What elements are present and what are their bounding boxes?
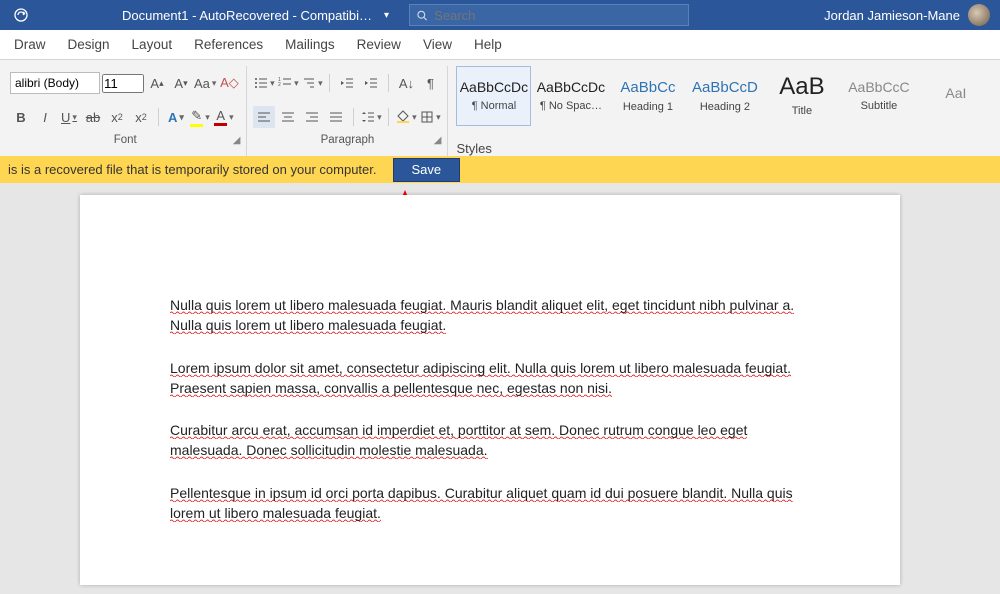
multilevel-list-button[interactable] — [301, 72, 323, 94]
style-item-more[interactable]: AaI — [918, 66, 993, 126]
document-page[interactable]: Nulla quis lorem ut libero malesuada feu… — [80, 195, 900, 585]
style-name: Subtitle — [861, 100, 898, 112]
search-icon — [416, 9, 428, 22]
separator — [353, 108, 354, 126]
increase-indent-button[interactable] — [360, 72, 382, 94]
document-paragraph[interactable]: Nulla quis lorem ut libero malesuada feu… — [170, 295, 810, 336]
style-preview: AaB — [779, 75, 824, 99]
separator — [158, 108, 159, 126]
user-name: Jordan Jamieson-Mane — [824, 8, 960, 23]
style-name: Heading 1 — [623, 101, 673, 113]
subscript-button[interactable]: x2 — [106, 106, 128, 128]
font-dialog-launcher[interactable]: ◢ — [233, 135, 241, 146]
style-preview: AaBbCcD — [692, 80, 758, 95]
avatar — [968, 4, 990, 26]
tab-draw[interactable]: Draw — [14, 37, 46, 52]
search-input[interactable] — [434, 8, 682, 23]
align-left-button[interactable] — [253, 106, 275, 128]
tab-references[interactable]: References — [194, 37, 263, 52]
increase-font-button[interactable]: A▴ — [146, 72, 168, 94]
font-size-input[interactable] — [102, 74, 144, 93]
clear-formatting-button[interactable]: A◇ — [218, 72, 240, 94]
style-item--normal[interactable]: AaBbCcDc ¶ Normal — [456, 66, 531, 126]
style-preview: AaBbCcDc — [537, 80, 605, 94]
group-styles: AaBbCcDc¶ NormalAaBbCcDc¶ No Spac…AaBbCc… — [448, 66, 1000, 156]
tab-view[interactable]: View — [423, 37, 452, 52]
style-item--no-spac-[interactable]: AaBbCcDc ¶ No Spac… — [533, 66, 608, 126]
style-preview: AaBbCcC — [848, 80, 909, 94]
superscript-button[interactable]: x2 — [130, 106, 152, 128]
tab-layout[interactable]: Layout — [132, 37, 173, 52]
align-center-button[interactable] — [277, 106, 299, 128]
ribbon: A▴ A▾ Aa A◇ B I U ab x2 x2 A ✎ A Font◢ 1… — [0, 60, 1000, 156]
svg-text:2: 2 — [278, 82, 281, 88]
borders-button[interactable] — [419, 106, 441, 128]
italic-button[interactable]: I — [34, 106, 56, 128]
tab-mailings[interactable]: Mailings — [285, 37, 335, 52]
user-account[interactable]: Jordan Jamieson-Mane — [814, 4, 1000, 26]
separator — [388, 74, 389, 92]
group-font: A▴ A▾ Aa A◇ B I U ab x2 x2 A ✎ A Font◢ — [4, 66, 247, 156]
font-color-button[interactable]: A — [213, 106, 235, 128]
group-styles-label: Styles — [456, 141, 993, 156]
style-name: ¶ No Spac… — [540, 100, 602, 112]
ribbon-tabs: Draw Design Layout References Mailings R… — [0, 30, 1000, 60]
bold-button[interactable]: B — [10, 106, 32, 128]
titlebar: Document1 - AutoRecovered - Compatibi… ▾… — [0, 0, 1000, 30]
style-item-heading-1[interactable]: AaBbCc Heading 1 — [610, 66, 685, 126]
numbering-button[interactable]: 12 — [277, 72, 299, 94]
search-box[interactable] — [409, 4, 689, 26]
separator — [329, 74, 330, 92]
strikethrough-button[interactable]: ab — [82, 106, 104, 128]
qat-more-icon[interactable] — [38, 4, 60, 26]
quick-access-toolbar — [0, 4, 70, 26]
document-title: Document1 - AutoRecovered - Compatibi… — [110, 8, 384, 23]
style-preview: AaBbCc — [620, 80, 675, 95]
highlight-button[interactable]: ✎ — [189, 106, 211, 128]
document-paragraph[interactable]: Lorem ipsum dolor sit amet, consectetur … — [170, 358, 810, 399]
separator — [388, 108, 389, 126]
justify-button[interactable] — [325, 106, 347, 128]
style-item-title[interactable]: AaB Title — [764, 66, 839, 126]
decrease-indent-button[interactable] — [336, 72, 358, 94]
recovered-file-message-text: is is a recovered file that is temporari… — [0, 162, 385, 177]
align-right-button[interactable] — [301, 106, 323, 128]
change-case-button[interactable]: Aa — [194, 72, 216, 94]
document-area[interactable]: Nulla quis lorem ut libero malesuada feu… — [0, 183, 1000, 594]
group-paragraph-label: Paragraph◢ — [253, 134, 441, 146]
document-paragraph[interactable]: Pellentesque in ipsum id orci porta dapi… — [170, 483, 810, 524]
style-item-heading-2[interactable]: AaBbCcD Heading 2 — [687, 66, 762, 126]
font-name-input[interactable] — [10, 72, 100, 94]
underline-button[interactable]: U — [58, 106, 80, 128]
bullets-button[interactable] — [253, 72, 275, 94]
save-button[interactable]: Save — [393, 158, 461, 182]
tab-design[interactable]: Design — [68, 37, 110, 52]
show-marks-button[interactable]: ¶ — [419, 72, 441, 94]
decrease-font-button[interactable]: A▾ — [170, 72, 192, 94]
group-paragraph: 12 A↓ ¶ Paragraph◢ — [247, 66, 448, 156]
recovered-file-message-bar: is is a recovered file that is temporari… — [0, 156, 1000, 183]
autosave-off-icon[interactable] — [10, 4, 32, 26]
text-effects-button[interactable]: A — [165, 106, 187, 128]
tab-review[interactable]: Review — [357, 37, 401, 52]
style-name: ¶ Normal — [472, 100, 516, 112]
document-paragraph[interactable]: Curabitur arcu erat, accumsan id imperdi… — [170, 420, 810, 461]
title-dropdown-icon[interactable]: ▾ — [384, 10, 389, 21]
style-name: Title — [792, 105, 812, 117]
paragraph-dialog-launcher[interactable]: ◢ — [434, 135, 442, 146]
style-name: Heading 2 — [700, 101, 750, 113]
group-font-label: Font◢ — [10, 134, 240, 146]
tab-help[interactable]: Help — [474, 37, 502, 52]
shading-button[interactable] — [395, 106, 417, 128]
style-item-subtitle[interactable]: AaBbCcC Subtitle — [841, 66, 916, 126]
style-preview: AaI — [945, 86, 966, 100]
style-preview: AaBbCcDc — [460, 80, 528, 94]
sort-button[interactable]: A↓ — [395, 72, 417, 94]
line-spacing-button[interactable] — [360, 106, 382, 128]
